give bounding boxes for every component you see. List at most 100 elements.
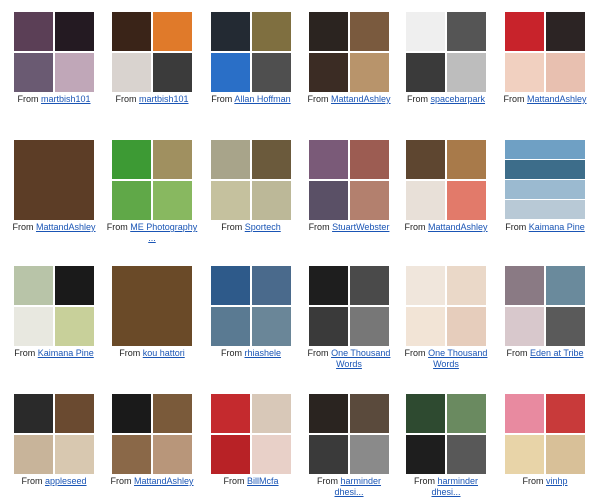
photo-thumbnail[interactable]: [309, 12, 389, 92]
photo-thumbnail[interactable]: [505, 266, 585, 346]
author-link[interactable]: spacebarpark: [430, 94, 485, 104]
author-link-continued[interactable]: Words: [336, 359, 362, 369]
author-link[interactable]: MattandAshley: [331, 94, 391, 104]
photo-tile: [350, 266, 389, 305]
author-link[interactable]: Kaimana Pine: [38, 348, 94, 358]
author-link[interactable]: martbish101: [41, 94, 91, 104]
photo-tile: [505, 435, 544, 474]
photo-tile: [546, 53, 585, 92]
from-label: From: [316, 476, 338, 486]
photo-thumbnail[interactable]: [505, 12, 585, 92]
photo-tile: [252, 266, 291, 305]
photo-thumbnail[interactable]: [406, 394, 486, 474]
author-link[interactable]: rhiashele: [244, 348, 281, 358]
photo-thumbnail[interactable]: [112, 12, 192, 92]
photo-thumbnail[interactable]: [505, 394, 585, 474]
photo-caption: From Kaimana Pine: [0, 348, 108, 359]
photo-thumbnail[interactable]: [309, 140, 389, 220]
photo-tile: [350, 53, 389, 92]
photo-tile: [55, 307, 94, 346]
photo-tile: [546, 12, 585, 51]
from-label: From: [220, 348, 242, 358]
photo-caption: From vinhp: [491, 476, 599, 487]
photo-tile: [112, 181, 151, 220]
author-link[interactable]: One Thousand: [428, 348, 487, 358]
photo-caption: From MattandAshley: [0, 222, 108, 233]
photo-thumbnail[interactable]: [14, 12, 94, 92]
author-link[interactable]: Eden at Tribe: [530, 348, 584, 358]
photo-caption: From appleseed: [0, 476, 108, 487]
photo-caption: From kou hattori: [98, 348, 206, 359]
author-link[interactable]: BillMcfa: [247, 476, 279, 486]
photo-tile: [447, 181, 486, 220]
author-link-continued[interactable]: dhesi...: [431, 487, 460, 497]
author-link[interactable]: Allan Hoffman: [234, 94, 290, 104]
photo-caption: From One Thousand Words: [295, 348, 403, 370]
author-link-continued[interactable]: ...: [148, 233, 156, 243]
photo-tile: [252, 435, 291, 474]
author-link-continued[interactable]: Words: [433, 359, 459, 369]
photo-tile: [55, 53, 94, 92]
author-link[interactable]: One Thousand: [331, 348, 390, 358]
photo-tile: [447, 140, 486, 179]
from-label: From: [413, 476, 435, 486]
photo-tile: [309, 307, 348, 346]
photo-thumbnail[interactable]: [309, 266, 389, 346]
photo-tile: [406, 140, 445, 179]
photo-tile: [153, 394, 192, 433]
photo-thumbnail[interactable]: [211, 12, 291, 92]
photo-thumbnail[interactable]: [211, 266, 291, 346]
photo-thumbnail[interactable]: [309, 394, 389, 474]
from-label: From: [17, 94, 39, 104]
photo-thumbnail[interactable]: [211, 394, 291, 474]
author-link[interactable]: Sportech: [245, 222, 281, 232]
photo-tile: [112, 435, 151, 474]
photo-caption: From harminder dhesi...: [295, 476, 403, 498]
photo-thumbnail[interactable]: [406, 266, 486, 346]
photo-tile: [14, 435, 53, 474]
photo-tile: [447, 53, 486, 92]
photo-tile: [55, 266, 94, 305]
author-link[interactable]: martbish101: [139, 94, 189, 104]
photo-thumbnail[interactable]: [505, 140, 585, 220]
photo-thumbnail[interactable]: [112, 394, 192, 474]
author-link[interactable]: MattandAshley: [428, 222, 488, 232]
author-link[interactable]: MattandAshley: [36, 222, 96, 232]
photo-thumbnail[interactable]: [14, 394, 94, 474]
from-label: From: [21, 476, 43, 486]
from-label: From: [308, 222, 330, 232]
author-link[interactable]: harminder: [340, 476, 381, 486]
photo-caption: From Allan Hoffman: [197, 94, 305, 105]
photo-tile: [14, 140, 94, 220]
photo-thumbnail[interactable]: [14, 140, 94, 220]
photo-thumbnail[interactable]: [406, 12, 486, 92]
photo-tile: [211, 181, 250, 220]
author-link-continued[interactable]: dhesi...: [334, 487, 363, 497]
from-label: From: [211, 94, 233, 104]
photo-tile: [350, 12, 389, 51]
photo-tile: [505, 160, 585, 179]
photo-thumbnail[interactable]: [112, 266, 192, 346]
author-link[interactable]: harminder: [437, 476, 478, 486]
photo-tile: [211, 435, 250, 474]
author-link[interactable]: ME Photography: [130, 222, 197, 232]
author-link[interactable]: MattandAshley: [134, 476, 194, 486]
photo-tile: [112, 266, 192, 346]
photo-caption: From ME Photography...: [98, 222, 206, 244]
author-link[interactable]: vinhp: [546, 476, 568, 486]
author-link[interactable]: Kaimana Pine: [529, 222, 585, 232]
photo-thumbnail[interactable]: [112, 140, 192, 220]
photo-thumbnail[interactable]: [211, 140, 291, 220]
author-link[interactable]: StuartWebster: [332, 222, 389, 232]
author-link[interactable]: MattandAshley: [527, 94, 587, 104]
author-link[interactable]: appleseed: [45, 476, 87, 486]
photo-tile: [211, 12, 250, 51]
photo-thumbnail[interactable]: [406, 140, 486, 220]
photo-caption: From Kaimana Pine: [491, 222, 599, 233]
photo-thumbnail[interactable]: [14, 266, 94, 346]
photo-tile: [505, 307, 544, 346]
author-link[interactable]: kou hattori: [143, 348, 185, 358]
photo-tile: [252, 53, 291, 92]
from-label: From: [505, 222, 527, 232]
from-label: From: [503, 94, 525, 104]
